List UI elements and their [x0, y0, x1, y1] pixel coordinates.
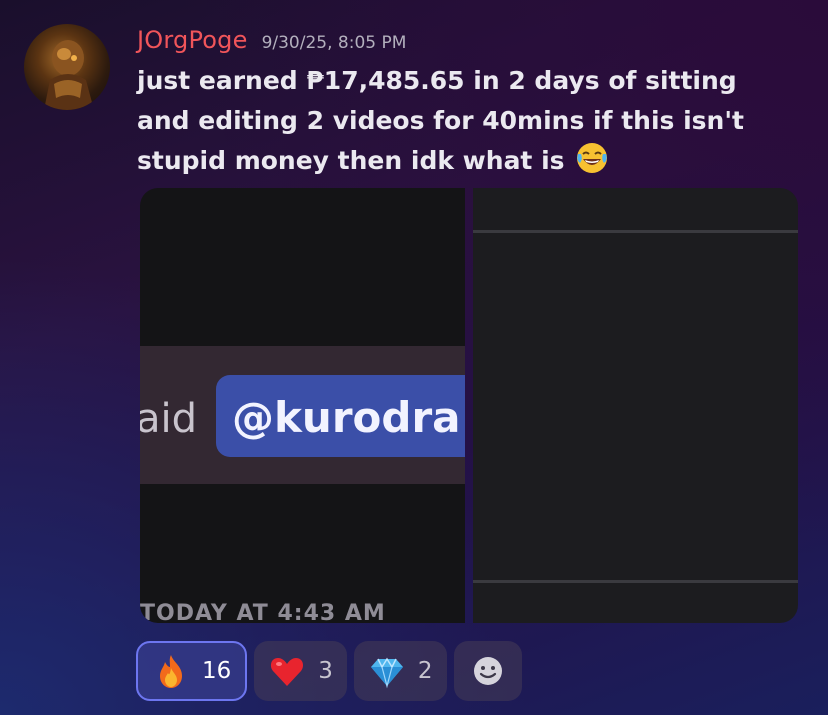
image-gallery: aid @kurodra TODAY AT 4:43 AM	[140, 188, 798, 623]
gem-icon	[368, 652, 406, 690]
image-attachment-1[interactable]: aid @kurodra TODAY AT 4:43 AM	[140, 188, 465, 623]
reaction-count: 3	[318, 658, 333, 684]
reactions-bar: 16 3 2	[136, 641, 529, 701]
reaction-heart[interactable]: 3	[254, 641, 347, 701]
reaction-fire[interactable]: 16	[136, 641, 248, 701]
fire-icon	[152, 652, 190, 690]
message-text: just earned ₱17,485.65 in 2 days of sitt…	[137, 66, 744, 175]
add-reaction-icon	[469, 652, 507, 690]
screenshot-divider-bottom	[473, 580, 798, 583]
reaction-count: 16	[202, 658, 232, 684]
avatar[interactable]	[24, 24, 110, 110]
face-with-tears-of-joy-icon	[575, 141, 609, 175]
timestamp: 9/30/25, 8:05 PM	[261, 33, 407, 53]
message-content: just earned ₱17,485.65 in 2 days of sitt…	[137, 61, 777, 181]
chat-message: JOrgPoge 9/30/25, 8:05 PM just earned ₱1…	[0, 0, 828, 715]
username[interactable]: JOrgPoge	[137, 26, 248, 54]
reaction-count: 2	[417, 658, 433, 684]
image-attachment-2[interactable]	[473, 188, 798, 623]
screenshot-partial-text: aid	[140, 396, 198, 442]
reaction-gem[interactable]: 2	[353, 641, 447, 701]
screenshot-divider-top	[473, 230, 798, 233]
message-header: JOrgPoge 9/30/25, 8:05 PM	[137, 26, 406, 54]
red-heart-icon	[268, 652, 306, 690]
avatar-image	[44, 40, 94, 110]
add-reaction-button[interactable]	[453, 641, 522, 701]
screenshot-footer-text: TODAY AT 4:43 AM	[140, 601, 386, 623]
screenshot-mention-text: @kurodra	[232, 393, 461, 442]
